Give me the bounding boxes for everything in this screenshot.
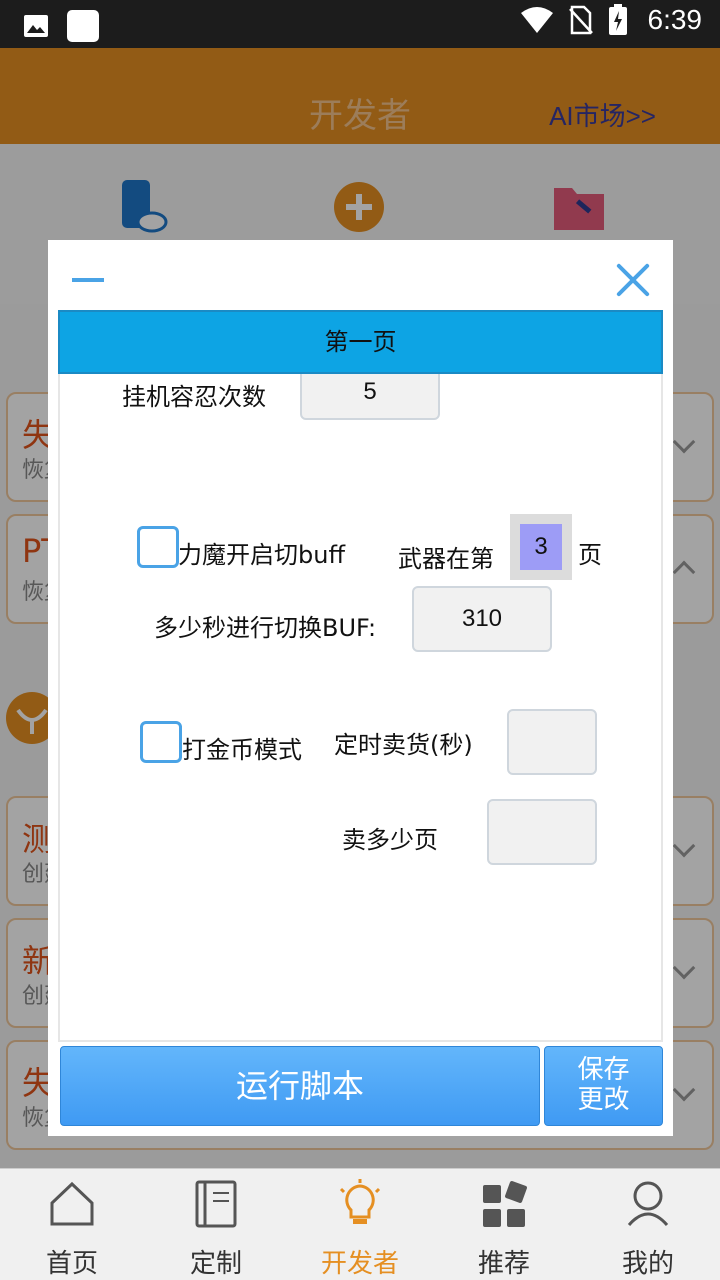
sell-pages-label: 卖多少页 xyxy=(342,826,438,854)
close-icon[interactable] xyxy=(615,262,651,298)
grid-icon xyxy=(483,1181,527,1227)
profile-icon xyxy=(627,1181,669,1227)
idle-tolerance-input[interactable]: 5 xyxy=(300,374,440,420)
save-button-line1: 保存 xyxy=(577,1055,630,1085)
save-button-line2: 更改 xyxy=(577,1085,630,1115)
sell-pages-input[interactable] xyxy=(487,799,597,865)
weapon-page-field: 3 xyxy=(510,514,572,580)
gold-mode-checkbox[interactable] xyxy=(140,721,182,763)
gallery-icon xyxy=(24,15,48,37)
bottom-navigation: 首页 定制 开发者 推荐 我的 xyxy=(0,1168,720,1280)
lightbulb-icon xyxy=(339,1179,381,1224)
nav-item-recommend[interactable]: 推荐 xyxy=(432,1169,576,1280)
buff-interval-input[interactable]: 310 xyxy=(412,586,552,652)
tab-page-one[interactable]: 第一页 xyxy=(58,310,663,374)
tab-label: 第一页 xyxy=(324,328,397,356)
nav-item-custom[interactable]: 定制 xyxy=(144,1169,288,1280)
buff-interval-label: 多少秒进行切换BUF: xyxy=(154,614,377,642)
timed-sell-input[interactable] xyxy=(507,709,597,775)
gold-mode-label: 打金币模式 xyxy=(182,736,302,764)
weapon-page-input[interactable]: 3 xyxy=(520,524,562,570)
nav-item-home[interactable]: 首页 xyxy=(0,1169,144,1280)
power-buff-checkbox[interactable] xyxy=(137,526,179,568)
weapon-page-label: 武器在第 xyxy=(398,545,494,573)
settings-form: 挂机容忍次数 5 力魔开启切buff 武器在第 3 页 多少秒进行切换BUF: … xyxy=(58,374,663,1042)
clock: 6:39 xyxy=(647,4,703,35)
no-sim-icon xyxy=(568,5,593,35)
idle-tolerance-label: 挂机容忍次数 xyxy=(122,383,266,411)
notebook-icon xyxy=(195,1180,237,1228)
save-changes-button[interactable]: 保存 更改 xyxy=(544,1046,663,1126)
weapon-page-unit: 页 xyxy=(578,541,602,569)
app-notification-icon xyxy=(67,10,99,42)
home-icon xyxy=(50,1181,94,1226)
timed-sell-label: 定时卖货(秒) xyxy=(334,731,473,759)
run-script-button[interactable]: 运行脚本 xyxy=(60,1046,540,1126)
script-settings-dialog: 第一页 挂机容忍次数 5 力魔开启切buff 武器在第 3 页 多少秒进行切换B… xyxy=(48,240,673,1136)
wifi-icon xyxy=(520,7,553,33)
status-bar: 6:39 xyxy=(0,0,720,48)
battery-charging-icon xyxy=(608,4,627,35)
minimize-icon[interactable] xyxy=(72,278,104,282)
nav-item-profile[interactable]: 我的 xyxy=(576,1169,720,1280)
power-buff-label: 力魔开启切buff xyxy=(178,541,345,569)
nav-item-developer[interactable]: 开发者 xyxy=(288,1169,432,1280)
